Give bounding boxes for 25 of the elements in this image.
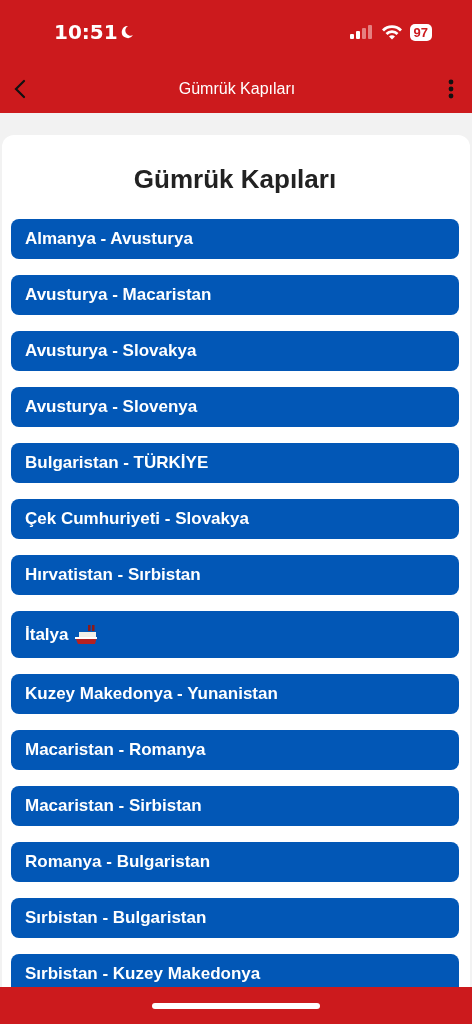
border-gate-button[interactable]: Avusturya - Slovakya <box>11 331 459 371</box>
status-time: 10:51 <box>54 20 118 44</box>
border-gate-button[interactable]: Macaristan - Sirbistan <box>11 786 459 826</box>
battery-indicator: 97 <box>409 23 432 41</box>
border-gate-button[interactable]: Hırvatistan - Sırbistan <box>11 555 459 595</box>
border-gate-button[interactable]: Almanya - Avusturya <box>11 219 459 259</box>
border-gate-button[interactable]: Bulgaristan - TÜRKİYE <box>11 443 459 483</box>
wifi-icon <box>380 24 403 40</box>
more-icon[interactable] <box>448 78 454 99</box>
border-gate-button[interactable]: İtalya <box>11 611 459 658</box>
border-gate-button[interactable]: Macaristan - Romanya <box>11 730 459 770</box>
back-icon[interactable] <box>14 78 26 99</box>
nav-title: Gümrük Kapıları <box>178 79 296 98</box>
ship-icon <box>74 623 99 646</box>
border-gate-button[interactable]: Çek Cumhuriyeti - Slovakya <box>11 499 459 539</box>
border-gate-button[interactable]: Sırbistan - Kuzey Makedonya <box>11 954 459 987</box>
border-gate-button[interactable]: Romanya - Bulgaristan <box>11 842 459 882</box>
page-heading: Gümrük Kapıları <box>132 163 338 196</box>
home-indicator[interactable] <box>152 1002 320 1009</box>
border-gate-button[interactable]: Avusturya - Macaristan <box>11 275 459 315</box>
border-gate-button[interactable]: Kuzey Makedonya - Yunanistan <box>11 674 459 714</box>
signal-icon <box>349 25 374 39</box>
border-gate-button[interactable]: Sırbistan - Bulgaristan <box>11 898 459 938</box>
border-gate-button[interactable]: Avusturya - Slovenya <box>11 387 459 427</box>
moon-icon <box>119 25 134 39</box>
